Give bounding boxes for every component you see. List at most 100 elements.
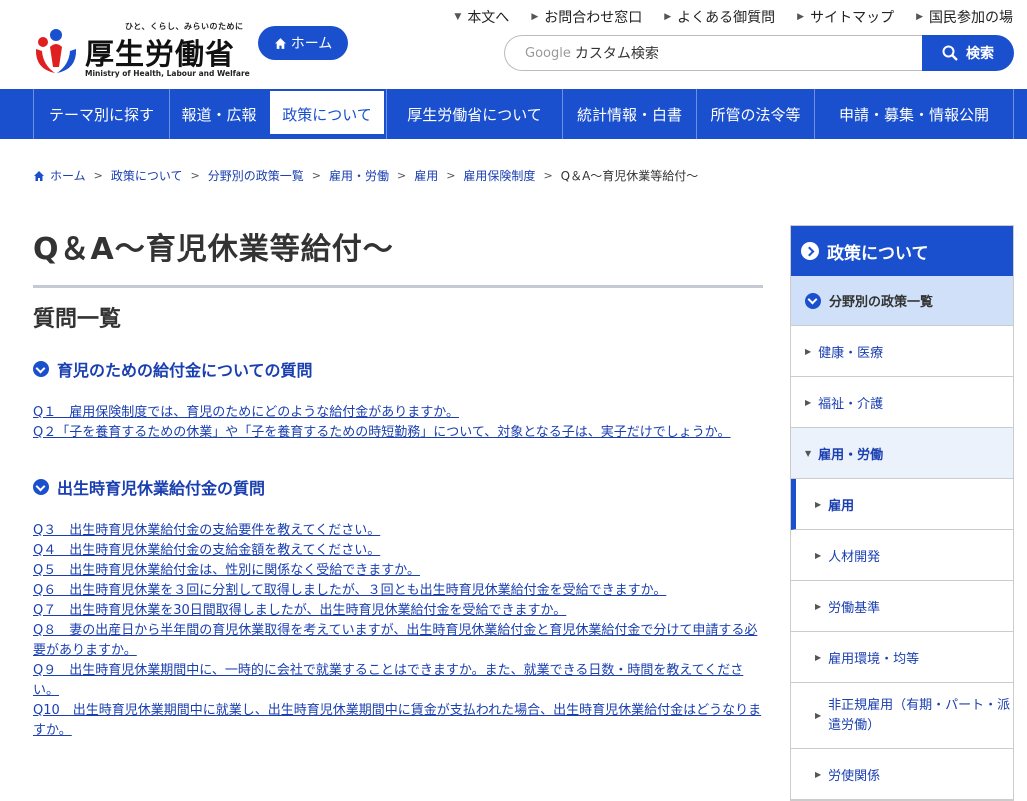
question-link[interactable]: Q10 出生時育児休業期間中に就業し、出生時育児休業期間中に賃金が支払われた場合… — [33, 703, 761, 738]
sidebar-item-welfare[interactable]: ▶ 福祉・介護 — [791, 377, 1013, 428]
logo-name: 厚生労働省 — [85, 37, 236, 71]
question-item: Q２「子を養育するための休業」や「子を養育するための時短勤務」について、対象とな… — [33, 423, 763, 443]
triangle-right-icon: ▶ — [815, 652, 822, 662]
logo-english: Ministry of Health, Labour and Welfare — [85, 69, 250, 78]
site-header: ひと、くらし、みらいのために 厚生労働省 Ministry of Health,… — [0, 0, 1027, 89]
triangle-right-icon: ▶ — [531, 12, 539, 22]
google-brand: Google — [525, 45, 571, 61]
util-link-sitemap[interactable]: ▶ サイトマップ — [797, 7, 894, 27]
triangle-right-icon: ▶ — [815, 550, 822, 560]
question-link[interactable]: Q９ 出生時育児休業期間中に、一時的に会社で就業することはできますか。また、就業… — [33, 663, 743, 698]
util-link-faq[interactable]: ▶ よくある御質問 — [664, 7, 775, 27]
triangle-right-icon: ▶ — [664, 12, 672, 22]
util-link-contact[interactable]: ▶ お問合わせ窓口 — [531, 7, 642, 27]
sidebar-item-label[interactable]: 雇用・労働 — [818, 444, 883, 463]
house-icon — [34, 170, 44, 181]
sidebar-item-label[interactable]: 雇用 — [828, 495, 854, 514]
breadcrumb-policy[interactable]: 政策について — [111, 167, 183, 184]
gnav-press[interactable]: 報道・広報 — [169, 89, 268, 139]
question-link[interactable]: Q５ 出生時育児休業給付金は、性別に関係なく受給できますか。 — [33, 563, 420, 578]
triangle-right-icon: ▶ — [815, 710, 822, 720]
gnav-theme[interactable]: テーマ別に探す — [33, 89, 169, 139]
question-item: Q７ 出生時育児休業を30日間取得しましたが、出生時育児休業給付金を受給できます… — [33, 601, 763, 621]
section-title: 質問一覧 — [33, 307, 122, 332]
search-placeholder: カスタム検索 — [574, 46, 659, 62]
question-link[interactable]: Q４ 出生時育児休業給付金の支給金額を教えてください。 — [33, 543, 380, 558]
question-list: Q３ 出生時育児休業給付金の支給要件を教えてください。 Q４ 出生時育児休業給付… — [33, 521, 763, 741]
gnav-applications[interactable]: 申請・募集・情報公開 — [814, 89, 1014, 139]
sidebar-subheading[interactable]: 分野別の政策一覧 — [791, 276, 1013, 326]
sidebar-item-label[interactable]: 雇用環境・均等 — [828, 648, 919, 667]
sidebar-item-health[interactable]: ▶ 健康・医療 — [791, 326, 1013, 377]
group1-link[interactable]: 育児のための給付金についての質問 — [57, 357, 313, 381]
question-item: Q10 出生時育児休業期間中に就業し、出生時育児休業期間中に賃金が支払われた場合… — [33, 701, 763, 741]
breadcrumb-separator: > — [446, 169, 456, 182]
gnav-about[interactable]: 厚生労働省について — [386, 89, 562, 139]
sidebar: 政策について 分野別の政策一覧 ▶ 健康・医療 ▶ 福祉・介護 ▼ 雇用・労働 ▶ 雇用… — [790, 225, 1014, 801]
breadcrumb-employment-labor[interactable]: 雇用・労働 — [329, 167, 389, 184]
utility-links: ▼ 本文へ ▶ お問合わせ窓口 ▶ よくある御質問 ▶ サイトマップ ▶ 国民参加の場 — [454, 7, 1013, 27]
sidebar-heading[interactable]: 政策について — [791, 226, 1013, 276]
question-link[interactable]: Q６ 出生時育児休業を３回に分割して取得しましたが、３回とも出生時育児休業給付金… — [33, 583, 666, 598]
breadcrumb-home[interactable]: ホーム — [50, 167, 86, 184]
breadcrumb-policy-list[interactable]: 分野別の政策一覧 — [208, 167, 304, 184]
question-link[interactable]: Q８ 妻の出産日から半年間の育児休業取得を考えていますが、出生時育児休業給付金と… — [33, 623, 757, 658]
site-search: Google カスタム検索 検索 — [504, 35, 1014, 71]
sidebar-item-label[interactable]: 労働基準 — [828, 597, 880, 616]
sidebar-item-employment-labor[interactable]: ▼ 雇用・労働 — [791, 428, 1013, 479]
triangle-down-icon: ▼ — [805, 448, 812, 458]
gnav-statistics[interactable]: 統計情報・白書 — [562, 89, 696, 139]
search-button-label: 検索 — [966, 46, 994, 62]
sidebar-item-nonregular[interactable]: ▶ 非正規雇用（有期・パート・派遣労働） — [791, 683, 1013, 749]
sidebar-item-hr-development[interactable]: ▶ 人材開発 — [791, 530, 1013, 581]
sidebar-item-label[interactable]: 人材開発 — [828, 546, 880, 565]
sidebar-item-label[interactable]: 福祉・介護 — [818, 393, 883, 412]
question-group-heading: 出生時育児休業給付金の質問 — [33, 475, 763, 499]
breadcrumb-separator: > — [93, 169, 103, 182]
util-link-participation[interactable]: ▶ 国民参加の場 — [916, 7, 1013, 27]
question-item: Q８ 妻の出産日から半年間の育児休業取得を考えていますが、出生時育児休業給付金と… — [33, 621, 763, 661]
question-link[interactable]: Q７ 出生時育児休業を30日間取得しましたが、出生時育児休業給付金を受給できます… — [33, 603, 566, 618]
mhlw-logo[interactable]: ひと、くらし、みらいのために 厚生労働省 Ministry of Health,… — [33, 20, 250, 82]
question-link[interactable]: Q１ 雇用保険制度では、育児のためにどのような給付金がありますか。 — [33, 405, 459, 420]
breadcrumb-insurance[interactable]: 雇用保険制度 — [463, 167, 535, 184]
question-item: Q９ 出生時育児休業期間中に、一時的に会社で就業することはできますか。また、就業… — [33, 661, 763, 701]
question-group-heading: 育児のための給付金についての質問 — [33, 357, 763, 381]
gnav-policy[interactable]: 政策について — [268, 89, 386, 139]
logo-emblem-icon — [35, 29, 77, 73]
triangle-right-icon: ▶ — [815, 601, 822, 611]
search-icon — [942, 45, 958, 61]
sidebar-item-employment[interactable]: ▶ 雇用 — [791, 479, 1013, 530]
sidebar-item-label[interactable]: 健康・医療 — [818, 342, 883, 361]
sidebar-item-equality[interactable]: ▶ 雇用環境・均等 — [791, 632, 1013, 683]
chevron-down-circle-icon — [33, 361, 49, 377]
sidebar-item-label[interactable]: 労使関係 — [828, 765, 880, 784]
breadcrumb-separator: > — [543, 169, 553, 182]
gnav-laws[interactable]: 所管の法令等 — [696, 89, 814, 139]
triangle-right-icon: ▶ — [815, 499, 822, 509]
triangle-right-icon: ▶ — [916, 12, 923, 22]
util-link-skip[interactable]: ▼ 本文へ — [454, 7, 509, 27]
sidebar-item-label[interactable]: 非正規雇用（有期・パート・派遣労働） — [828, 696, 1013, 736]
search-button[interactable]: 検索 — [922, 35, 1014, 71]
sidebar-item-labor-standards[interactable]: ▶ 労働基準 — [791, 581, 1013, 632]
triangle-right-icon: ▶ — [815, 769, 822, 779]
sidebar-subheading-label: 分野別の政策一覧 — [829, 295, 934, 310]
question-link[interactable]: Q２「子を養育するための休業」や「子を養育するための時短勤務」について、対象とな… — [33, 425, 731, 440]
breadcrumb-separator: > — [311, 169, 321, 182]
home-button[interactable]: ホーム — [258, 26, 348, 60]
breadcrumb: ホーム > 政策について > 分野別の政策一覧 > 雇用・労働 > 雇用 > 雇用保険制度… — [33, 167, 698, 184]
question-item: Q１ 雇用保険制度では、育児のためにどのような給付金がありますか。 — [33, 403, 763, 423]
page-title: Q＆A～育児休業等給付～ — [33, 220, 763, 288]
question-item: Q３ 出生時育児休業給付金の支給要件を教えてください。 — [33, 521, 763, 541]
breadcrumb-employment[interactable]: 雇用 — [414, 167, 438, 184]
question-link[interactable]: Q３ 出生時育児休業給付金の支給要件を教えてください。 — [33, 523, 380, 538]
triangle-right-icon: ▶ — [805, 397, 812, 407]
search-input[interactable]: Google カスタム検索 — [504, 35, 924, 71]
group2-link[interactable]: 出生時育児休業給付金の質問 — [57, 475, 265, 499]
question-item: Q５ 出生時育児休業給付金は、性別に関係なく受給できますか。 — [33, 561, 763, 581]
sidebar-item-labor-relations[interactable]: ▶ 労使関係 — [791, 749, 1013, 800]
question-item: Q４ 出生時育児休業給付金の支給金額を教えてください。 — [33, 541, 763, 561]
breadcrumb-separator: > — [396, 169, 407, 182]
triangle-right-icon: ▶ — [805, 346, 812, 356]
